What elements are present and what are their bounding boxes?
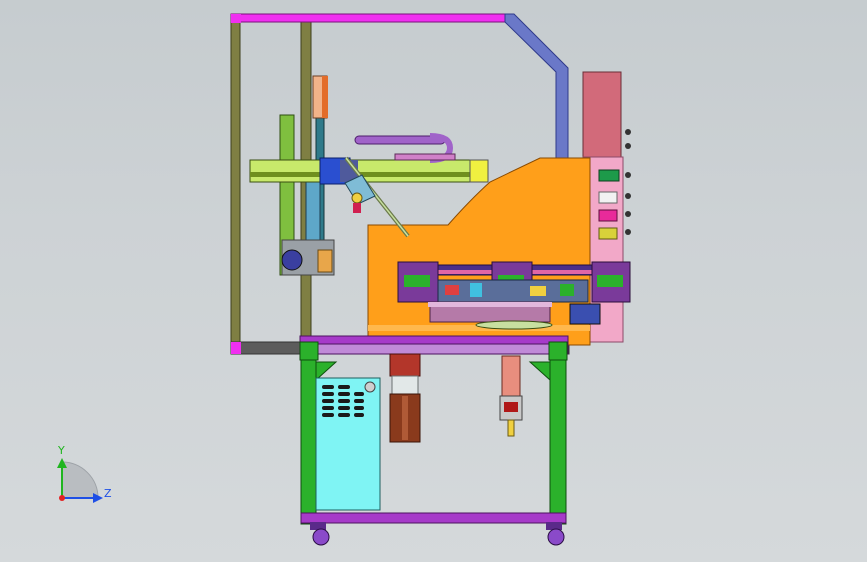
rotary-mechanism	[397, 261, 631, 330]
actuator-bracket-orange	[317, 249, 333, 273]
servo-motor	[389, 353, 421, 443]
table-gusset-right	[528, 361, 551, 382]
cylinder-valve-red	[504, 402, 518, 412]
indicator-yellow	[598, 227, 618, 240]
cad-viewport[interactable]: Y Z	[0, 0, 867, 562]
cabinet-knob-6	[625, 229, 631, 235]
mechanism-red-block	[445, 285, 459, 295]
frame-corner-pink	[231, 342, 241, 354]
machine-assembly-drawing: Y Z	[57, 13, 631, 546]
casters	[310, 522, 565, 546]
cabinet-knob-2	[625, 143, 631, 149]
orientation-triad: Y Z	[57, 444, 112, 503]
linear-rail-endcap	[469, 159, 489, 183]
frame-top-left-pink	[231, 14, 241, 23]
tool-cap	[353, 203, 361, 213]
table-corner-left	[299, 341, 319, 361]
actuator-motor	[281, 249, 303, 271]
table-top-stripe	[299, 343, 569, 355]
cable-tray	[394, 153, 456, 161]
z-axis-label: Z	[104, 487, 112, 500]
motor-stripe	[391, 375, 419, 395]
fixture-right-green	[597, 275, 623, 287]
cylinder-rod	[507, 419, 515, 437]
caster-wheel-left	[312, 528, 330, 546]
cabinet-knob-4	[625, 193, 631, 199]
table-corner-right	[548, 341, 568, 361]
mechanism-cyan-block	[470, 283, 482, 297]
table-gusset-left	[315, 361, 338, 382]
y-axis-label: Y	[57, 444, 65, 457]
blue-motor-box	[569, 303, 601, 325]
cabinet-upper-box	[582, 71, 622, 158]
indicator-green	[598, 169, 620, 182]
linear-rail	[249, 159, 489, 183]
frame-post-left	[230, 19, 241, 353]
turntable-disc	[475, 320, 553, 330]
cabinet-knob-5	[625, 211, 631, 217]
table-leg-left	[300, 351, 317, 525]
table-bottom-beam	[300, 512, 567, 524]
indicator-white	[598, 191, 618, 204]
linear-rail-shadow	[250, 172, 488, 177]
electrical-box-body	[315, 377, 381, 511]
motor-body-highlight	[402, 396, 408, 440]
fixture-left-green	[404, 275, 430, 287]
caster-wheel-right	[547, 528, 565, 546]
tool-mount	[351, 192, 363, 204]
caster-mount-left	[310, 522, 326, 530]
actuator-top-block-side	[322, 76, 328, 118]
motor-shaft-housing	[389, 353, 421, 377]
indicator-magenta	[598, 209, 618, 222]
electrical-box-gauge	[364, 381, 376, 393]
frame-top-beam	[230, 13, 510, 23]
table-leg-right	[549, 351, 567, 525]
pneumatic-cylinder	[499, 355, 523, 437]
mechanism-yellow-block	[530, 286, 546, 296]
table-top-plate	[299, 335, 569, 345]
electrical-box	[315, 377, 381, 511]
cylinder-barrel	[501, 355, 521, 397]
cabinet-knob-3	[625, 172, 631, 178]
mechanism-green-block	[560, 284, 574, 296]
cabinet-knob-1	[625, 129, 631, 135]
x-axis-dot	[59, 495, 65, 501]
triad-quadrant	[61, 461, 99, 499]
turntable-base-top	[428, 302, 552, 307]
